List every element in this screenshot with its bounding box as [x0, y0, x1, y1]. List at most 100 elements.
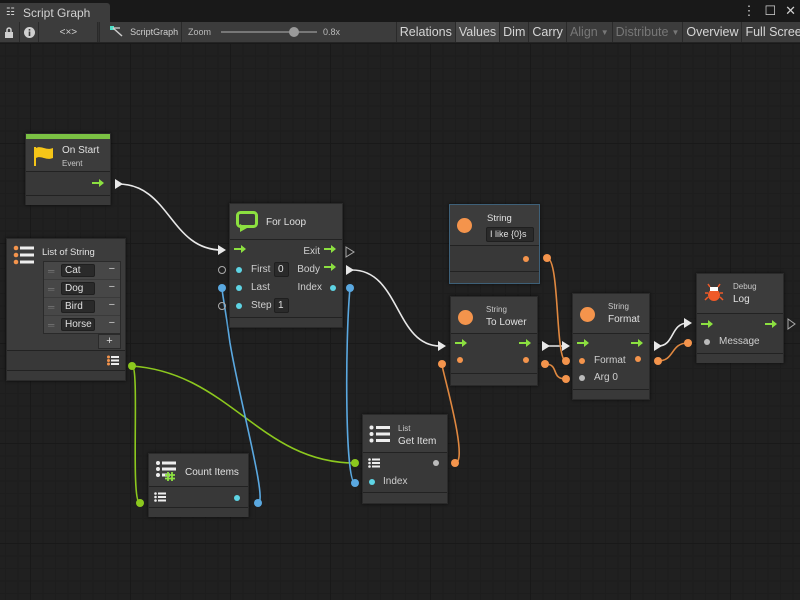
wire-format-log [657, 322, 689, 347]
chevron-down-icon: ▼ [671, 27, 680, 37]
port-getitem-list-in [351, 459, 359, 467]
node-get-item[interactable]: List Get Item Index [362, 414, 448, 504]
zoom-slider[interactable] [221, 27, 318, 37]
int-port-dot [236, 303, 242, 309]
tab-script-graph[interactable]: ☷ Script Graph [0, 3, 110, 22]
zoom-control: Zoom 0.8x [182, 22, 397, 42]
node-footer [230, 318, 342, 327]
node-string-literal[interactable]: String I like {0}s [449, 204, 540, 284]
full-screen-button[interactable]: Full Screen [742, 22, 800, 42]
node-for-loop[interactable]: For Loop Exit First 0 Body Last Index St… [229, 203, 343, 328]
list-item-value[interactable]: Cat [61, 264, 95, 277]
flow-in-port-tolower [438, 341, 446, 351]
format-label: Format [594, 355, 626, 366]
overview-button[interactable]: Overview [683, 22, 743, 42]
int-port-dot [236, 285, 242, 291]
remove-item-button[interactable]: − [109, 317, 115, 329]
flow-output-arrow-icon [324, 245, 336, 253]
step-value-input[interactable]: 1 [274, 298, 289, 313]
flow-input-arrow-icon [234, 245, 246, 253]
flow-out-port-tolower [542, 341, 550, 351]
index-label: Index [383, 476, 408, 487]
graph-canvas[interactable]: On Start Event List of String ═ Cat − ═ … [0, 43, 800, 600]
port-tolower-in [438, 360, 446, 368]
wire-forloop-tolower [351, 269, 441, 347]
remove-item-button[interactable]: − [109, 281, 115, 293]
list-output-icon [107, 355, 119, 366]
node-footer [7, 371, 125, 380]
zoom-slider-handle[interactable] [289, 27, 300, 37]
string-type-icon [580, 307, 595, 322]
node-title: Get Item [398, 436, 437, 447]
node-list-of-string[interactable]: List of String ═ Cat − ═ Dog − ═ Bird − [6, 238, 126, 381]
flow-output-arrow-icon [92, 179, 104, 187]
port-format-out [654, 357, 662, 365]
lock-button[interactable] [0, 22, 20, 42]
node-category: String [608, 302, 629, 311]
node-category: List [398, 424, 411, 433]
list-icon [13, 245, 34, 265]
string-list-editor: ═ Cat − ═ Dog − ═ Bird − ═ Horse − [43, 261, 121, 334]
zoom-value: 0.8x [323, 27, 341, 37]
wire-onstart-forloop [117, 183, 223, 251]
node-string-format[interactable]: String Format Format Arg 0 [572, 293, 650, 400]
info-button[interactable] [20, 22, 40, 42]
node-count-items[interactable]: Count Items [148, 453, 249, 517]
drag-handle-icon[interactable]: ═ [48, 302, 54, 312]
script-graph-icon [110, 26, 123, 37]
list-item-value[interactable]: Bird [61, 300, 95, 313]
node-on-start[interactable]: On Start Event [25, 133, 111, 205]
list-item: ═ Bird − [44, 298, 120, 316]
list-item: ═ Cat − [44, 262, 120, 280]
maximize-icon[interactable]: ☐ [764, 3, 776, 19]
relations-button[interactable]: Relations [397, 22, 456, 42]
node-to-lower[interactable]: String To Lower [450, 296, 538, 386]
node-title: List of String [42, 247, 95, 258]
align-label: Align [569, 25, 598, 39]
index-label: Index [297, 282, 322, 293]
wire-list-getitem [131, 365, 356, 464]
overview-label: Overview [686, 25, 739, 39]
int-port-dot [330, 285, 336, 291]
variables-button[interactable]: <×> [39, 22, 99, 42]
port-getitem-index-in [351, 479, 359, 487]
drag-handle-icon[interactable]: ═ [48, 266, 54, 276]
align-dropdown[interactable]: Align ▼ [567, 22, 613, 42]
int-port-dot [369, 479, 375, 485]
graph-breadcrumb[interactable]: ScriptGraph [100, 22, 182, 42]
more-menu-icon[interactable]: ⋮ [742, 3, 755, 19]
add-item-button[interactable]: + [98, 334, 121, 349]
string-port-dot [457, 357, 463, 363]
node-title: Format [608, 314, 640, 325]
close-icon[interactable]: ✕ [785, 3, 796, 19]
node-category: String [486, 305, 507, 314]
carry-button[interactable]: Carry [529, 22, 567, 42]
flow-out-port-format [654, 341, 662, 351]
list-item-value[interactable]: Horse [61, 318, 95, 331]
first-value-input[interactable]: 0 [274, 262, 289, 277]
drag-handle-icon[interactable]: ═ [48, 284, 54, 294]
flow-out-port-log [787, 318, 796, 330]
relations-label: Relations [399, 25, 452, 39]
port-getitem-out [451, 459, 459, 467]
values-button[interactable]: Values [455, 22, 501, 42]
node-title: Log [733, 294, 750, 305]
flow-output-arrow-icon [631, 339, 643, 347]
string-port-dot [579, 358, 585, 364]
node-title: For Loop [266, 217, 307, 228]
list-item-value[interactable]: Dog [61, 282, 95, 295]
string-port-dot [523, 357, 529, 363]
remove-item-button[interactable]: − [109, 299, 115, 311]
string-value-input[interactable]: I like {0}s [486, 227, 534, 242]
list-item: ═ Horse − [44, 316, 120, 334]
last-label: Last [251, 282, 270, 293]
remove-item-button[interactable]: − [109, 263, 115, 275]
dim-button[interactable]: Dim [500, 22, 530, 42]
distribute-dropdown[interactable]: Distribute ▼ [613, 22, 684, 42]
drag-handle-icon[interactable]: ═ [48, 320, 54, 330]
node-debug-log[interactable]: Debug Log Message [696, 273, 784, 363]
port-string-out [543, 254, 551, 262]
flow-in-port-forloop [218, 245, 226, 255]
string-type-icon [458, 310, 473, 325]
flow-output-arrow-icon [324, 263, 336, 271]
